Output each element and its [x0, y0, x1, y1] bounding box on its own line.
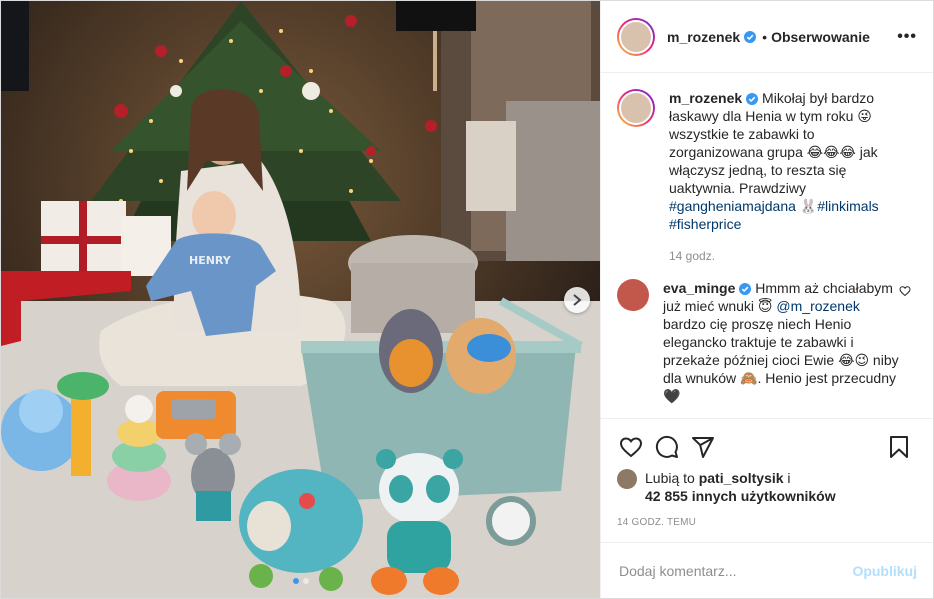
avatar-image — [619, 91, 653, 125]
bookmark-icon — [890, 436, 908, 458]
more-options-button[interactable]: ••• — [897, 28, 917, 46]
likes-others-link[interactable]: 42 855 innych użytkowników — [645, 488, 836, 504]
hashtag-link[interactable]: #gangheniamajdana — [669, 198, 796, 214]
verified-badge-icon — [744, 30, 757, 43]
like-button[interactable] — [613, 429, 649, 465]
post-header: m_rozenek • Obserwowanie ••• — [601, 1, 933, 73]
share-button[interactable] — [685, 429, 721, 465]
carousel-dots — [1, 578, 600, 584]
comment-like-heart-icon[interactable] — [899, 285, 911, 297]
following-button[interactable]: Obserwowanie — [771, 29, 870, 45]
author-avatar[interactable] — [617, 17, 655, 56]
chevron-right-icon — [573, 294, 582, 306]
comments-list: m_rozenek Mikołaj był bardzo łaskawy dla… — [601, 73, 933, 418]
heart-icon — [619, 437, 643, 458]
likes-and: i — [783, 470, 791, 486]
header-separator: • — [762, 28, 768, 45]
more-icon: ••• — [897, 27, 917, 45]
verified-badge-icon — [746, 93, 759, 106]
save-button[interactable] — [881, 429, 917, 465]
comment-input[interactable] — [617, 561, 853, 580]
add-comment-bar: Opublikuj — [601, 542, 933, 598]
likes-prefix: Lubią to — [645, 470, 699, 486]
likes-text: Lubią to pati_soltysik i 42 855 innych u… — [645, 469, 836, 505]
caption-time[interactable]: 14 godz. — [669, 247, 899, 265]
share-icon — [692, 437, 714, 458]
comment-username[interactable]: eva_minge — [663, 280, 735, 296]
caption-body: m_rozenek Mikołaj był bardzo łaskawy dla… — [669, 89, 917, 265]
caption-avatar[interactable] — [617, 89, 655, 127]
instagram-post: HENRY m_rozenek • Obserwowanie ••• m_roz… — [0, 0, 934, 599]
post-photo[interactable]: HENRY — [1, 1, 600, 598]
comment-body: eva_minge Hmmm aż chciałabym już mieć wn… — [663, 279, 917, 405]
likes-summary: Lubią to pati_soltysik i 42 855 innych u… — [613, 469, 917, 505]
carousel-next-button[interactable] — [564, 287, 590, 313]
comment-button[interactable] — [649, 429, 685, 465]
verified-badge-icon — [739, 283, 752, 296]
comment-icon — [655, 435, 678, 458]
commenter-avatar[interactable] — [617, 279, 649, 311]
post-timestamp[interactable]: 14 GODZ. TEMU — [613, 505, 917, 542]
caption: m_rozenek Mikołaj był bardzo łaskawy dla… — [617, 89, 917, 265]
author-username[interactable]: m_rozenek — [667, 29, 740, 45]
hashtag-link[interactable]: #fisherprice — [669, 216, 741, 232]
action-icons — [613, 425, 917, 469]
comment: eva_minge Hmmm aż chciałabym już mieć wn… — [617, 279, 917, 405]
liker-username[interactable]: pati_soltysik — [699, 470, 784, 486]
svg-text:HENRY: HENRY — [189, 254, 232, 267]
publish-button[interactable]: Opublikuj — [852, 563, 917, 579]
post-side-panel: m_rozenek • Obserwowanie ••• m_rozenek M… — [600, 1, 933, 598]
caption-username[interactable]: m_rozenek — [669, 90, 742, 106]
caption-text: 🐰 — [795, 198, 818, 214]
mention-link[interactable]: @m_rozenek — [776, 298, 859, 314]
avatar-image — [619, 19, 653, 54]
comment-text: bardzo cię proszę niech Henio elegancko … — [663, 316, 899, 404]
post-actions: Lubią to pati_soltysik i 42 855 innych u… — [601, 418, 933, 542]
carousel-dot — [292, 578, 299, 584]
liker-avatar[interactable] — [617, 469, 637, 489]
carousel-dot — [302, 578, 309, 584]
hashtag-link[interactable]: #linkimals — [817, 198, 878, 214]
photo-illustration: HENRY — [1, 1, 600, 598]
